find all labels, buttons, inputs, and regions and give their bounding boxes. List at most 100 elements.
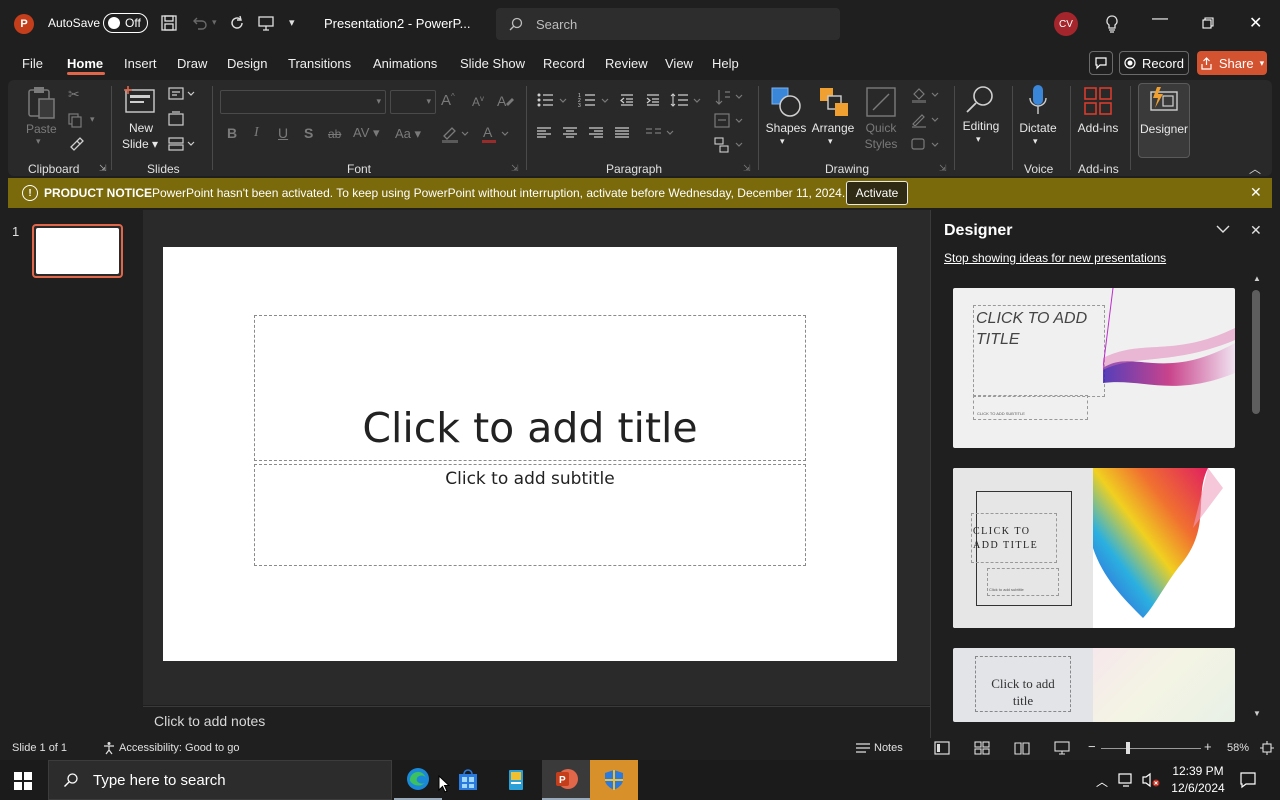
shrink-font-icon[interactable]: Av: [472, 94, 484, 109]
windows-start-icon[interactable]: [14, 772, 32, 790]
editing-label[interactable]: Editing: [959, 119, 1003, 133]
redo-icon[interactable]: [228, 14, 246, 32]
tab-record[interactable]: Record: [543, 56, 585, 71]
grow-font-icon[interactable]: A^: [441, 92, 455, 109]
collapse-ribbon-icon[interactable]: ︿: [1249, 160, 1261, 177]
autosave-toggle[interactable]: Off: [103, 13, 148, 33]
increase-indent-icon[interactable]: [645, 92, 661, 108]
search-box[interactable]: Search: [496, 8, 840, 40]
paste-icon[interactable]: [26, 86, 56, 120]
comments-button[interactable]: [1089, 51, 1113, 75]
add-ins-label[interactable]: Add-ins: [1074, 121, 1122, 135]
copy-dropdown-icon[interactable]: ▾: [90, 114, 95, 125]
microphone-icon[interactable]: [1028, 84, 1048, 118]
shadow-button[interactable]: S: [304, 125, 313, 141]
close-pane-icon[interactable]: ✕: [1250, 222, 1262, 239]
new-slide-label-2[interactable]: Slide ▾: [120, 137, 160, 151]
zoom-slider-thumb[interactable]: [1126, 742, 1130, 754]
clipboard-launcher-icon[interactable]: ⇲: [99, 163, 107, 174]
tab-design[interactable]: Design: [227, 56, 267, 71]
text-direction-icon[interactable]: [714, 88, 744, 108]
clear-formatting-icon[interactable]: A: [496, 92, 514, 110]
bullets-icon[interactable]: [536, 92, 576, 108]
document-title[interactable]: Presentation2 - PowerP...: [324, 16, 470, 31]
dictate-label[interactable]: Dictate: [1016, 121, 1060, 135]
design-idea-card[interactable]: CLICK TO ADD TITLE CLICK TO ADD SUBTITLE: [953, 288, 1235, 448]
line-spacing-icon[interactable]: [670, 92, 706, 108]
slide-sorter-icon[interactable]: [974, 741, 990, 755]
file-explorer-app-icon[interactable]: [492, 760, 540, 800]
shape-outline-icon[interactable]: [910, 111, 940, 129]
tab-home[interactable]: Home: [67, 56, 103, 71]
lightbulb-icon[interactable]: [1104, 14, 1120, 34]
bold-button[interactable]: B: [227, 125, 237, 141]
scroll-down-icon[interactable]: ▼: [1253, 709, 1261, 718]
title-placeholder[interactable]: Click to add title: [254, 315, 806, 461]
highlight-icon[interactable]: [440, 124, 470, 144]
notes-placeholder[interactable]: Click to add notes: [154, 713, 265, 729]
reading-view-icon[interactable]: [1014, 741, 1030, 755]
tab-animations[interactable]: Animations: [373, 56, 437, 71]
save-icon[interactable]: [160, 14, 178, 32]
zoom-level[interactable]: 58%: [1227, 742, 1249, 754]
reset-slide-icon[interactable]: [168, 111, 184, 127]
notifications-icon[interactable]: [1239, 771, 1257, 789]
font-launcher-icon[interactable]: ⇲: [511, 163, 519, 174]
stop-showing-ideas-link[interactable]: Stop showing ideas for new presentations: [944, 251, 1166, 265]
section-icon[interactable]: [168, 136, 196, 152]
smartart-icon[interactable]: [714, 136, 744, 154]
record-button[interactable]: Record: [1119, 51, 1189, 75]
customize-toolbar-icon[interactable]: ▾: [289, 16, 295, 29]
quick-styles-icon[interactable]: [865, 86, 897, 118]
character-spacing-button[interactable]: AV ▾: [353, 125, 380, 141]
decrease-indent-icon[interactable]: [619, 92, 635, 108]
slide-canvas[interactable]: Click to add title Click to add subtitle: [163, 247, 897, 661]
columns-icon[interactable]: [645, 126, 675, 140]
zoom-in-icon[interactable]: +: [1204, 739, 1212, 754]
align-center-icon[interactable]: [562, 126, 578, 140]
slide-thumbnail[interactable]: [32, 224, 123, 278]
tab-insert[interactable]: Insert: [124, 56, 157, 71]
edge-app-icon[interactable]: [394, 760, 442, 800]
quick-styles-label-1[interactable]: Quick: [860, 121, 902, 135]
font-size-select[interactable]: ▾: [390, 90, 436, 114]
paragraph-launcher-icon[interactable]: ⇲: [743, 163, 751, 174]
tab-draw[interactable]: Draw: [177, 56, 207, 71]
restore-icon[interactable]: [1202, 17, 1214, 29]
tab-slide-show[interactable]: Slide Show: [460, 56, 525, 71]
undo-icon[interactable]: [190, 14, 208, 32]
slideshow-view-icon[interactable]: [1054, 741, 1070, 755]
format-painter-icon[interactable]: [68, 136, 84, 152]
copy-icon[interactable]: [67, 112, 83, 128]
fit-to-window-icon[interactable]: [1260, 741, 1274, 755]
drawing-launcher-icon[interactable]: ⇲: [939, 163, 947, 174]
shapes-dropdown-icon[interactable]: ▾: [780, 136, 785, 147]
close-notice-icon[interactable]: ✕: [1250, 184, 1262, 201]
new-slide-icon[interactable]: [124, 86, 156, 114]
paste-dropdown-icon[interactable]: ▾: [36, 136, 41, 147]
tab-transitions[interactable]: Transitions: [288, 56, 351, 71]
font-family-select[interactable]: ▾: [220, 90, 386, 114]
justify-icon[interactable]: [614, 126, 630, 140]
close-window-icon[interactable]: ✕: [1249, 13, 1262, 33]
accessibility-icon[interactable]: [102, 741, 116, 755]
designer-button[interactable]: Designer: [1138, 83, 1190, 158]
notes-toggle[interactable]: Notes: [874, 742, 903, 754]
tab-file[interactable]: File: [22, 56, 43, 71]
arrange-label[interactable]: Arrange: [811, 121, 855, 135]
store-app-icon[interactable]: [444, 760, 492, 800]
tab-view[interactable]: View: [665, 56, 693, 71]
scrollbar-thumb[interactable]: [1252, 290, 1260, 414]
italic-button[interactable]: I: [254, 125, 259, 141]
present-icon[interactable]: [257, 14, 275, 32]
new-slide-label-1[interactable]: New: [124, 121, 158, 135]
cut-icon[interactable]: ✂: [68, 86, 80, 103]
editing-search-icon[interactable]: [964, 84, 996, 116]
quick-styles-label-2[interactable]: Styles: [860, 137, 902, 151]
scroll-up-icon[interactable]: ▲: [1253, 274, 1261, 283]
minimize-icon[interactable]: —: [1152, 10, 1168, 28]
chevron-down-icon[interactable]: [1216, 224, 1230, 234]
strikethrough-button[interactable]: ab: [328, 127, 341, 141]
font-color-icon[interactable]: A: [480, 124, 510, 144]
paste-label[interactable]: Paste: [26, 122, 57, 136]
